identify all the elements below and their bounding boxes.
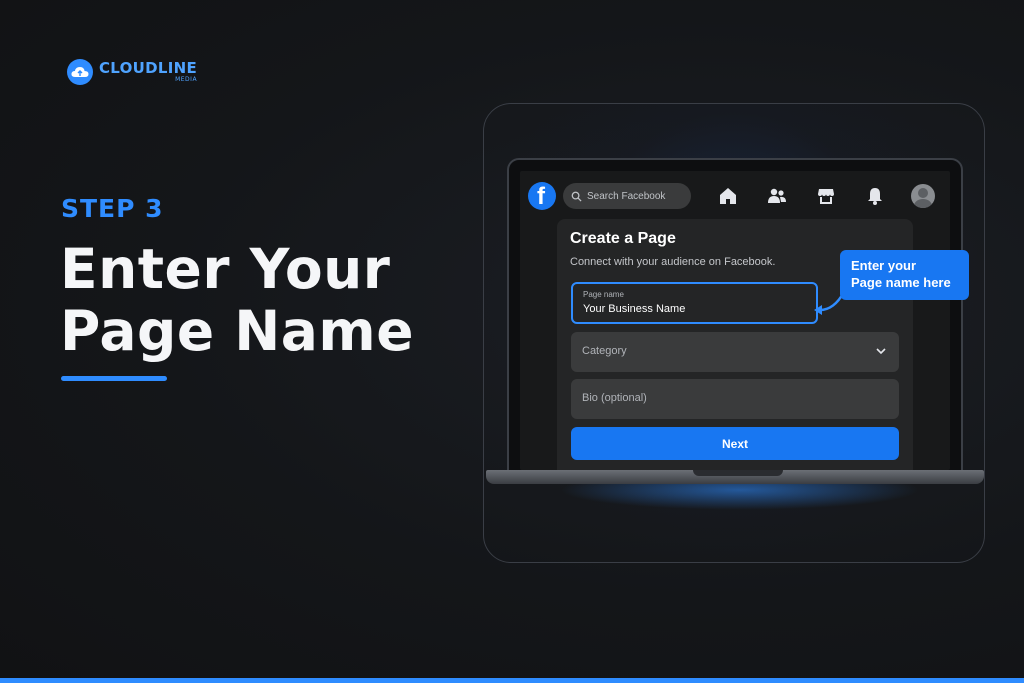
card-subtitle: Connect with your audience on Facebook. [570,256,776,268]
avatar-icon[interactable] [911,184,935,208]
friends-icon[interactable] [767,186,787,206]
search-input[interactable]: Search Facebook [563,183,691,209]
search-icon [571,191,582,202]
home-icon[interactable] [718,186,738,206]
headline-line-1: Enter Your [60,237,391,301]
callout-line-1: Enter your [851,258,917,273]
headline-line-2: Page Name [60,299,415,363]
cloud-logo-icon [67,59,93,85]
marketplace-icon[interactable] [816,186,836,206]
bottom-accent-bar [0,678,1024,683]
brand-sub: MEDIA [175,76,198,83]
next-button[interactable]: Next [571,427,899,460]
bio-placeholder: Bio (optional) [582,392,647,404]
headline-underline [61,376,167,381]
laptop-screen: f Search Facebook Create a Page Connect … [520,171,950,470]
chevron-down-icon [876,348,886,355]
facebook-logo-icon[interactable]: f [528,182,556,210]
card-title: Create a Page [570,230,676,247]
facebook-top-bar: f Search Facebook [520,171,950,221]
page-name-value: Your Business Name [583,303,686,315]
callout-tooltip: Enter your Page name here [840,250,969,300]
search-placeholder: Search Facebook [587,190,666,202]
bell-icon[interactable] [865,186,885,206]
headline: Enter Your Page Name [60,238,414,362]
page-name-label: Page name [583,290,624,299]
callout-line-2: Page name here [851,275,951,290]
brand-name: CLOUDLINE [99,59,198,77]
category-placeholder: Category [582,345,627,357]
step-label: STEP 3 [61,194,164,223]
laptop-notch [693,470,783,476]
category-select[interactable]: Category [571,332,899,372]
bio-input[interactable]: Bio (optional) [571,379,899,419]
brand-logo: CLOUDLINE MEDIA [67,59,197,85]
page-name-input[interactable]: Page name Your Business Name [571,282,818,324]
